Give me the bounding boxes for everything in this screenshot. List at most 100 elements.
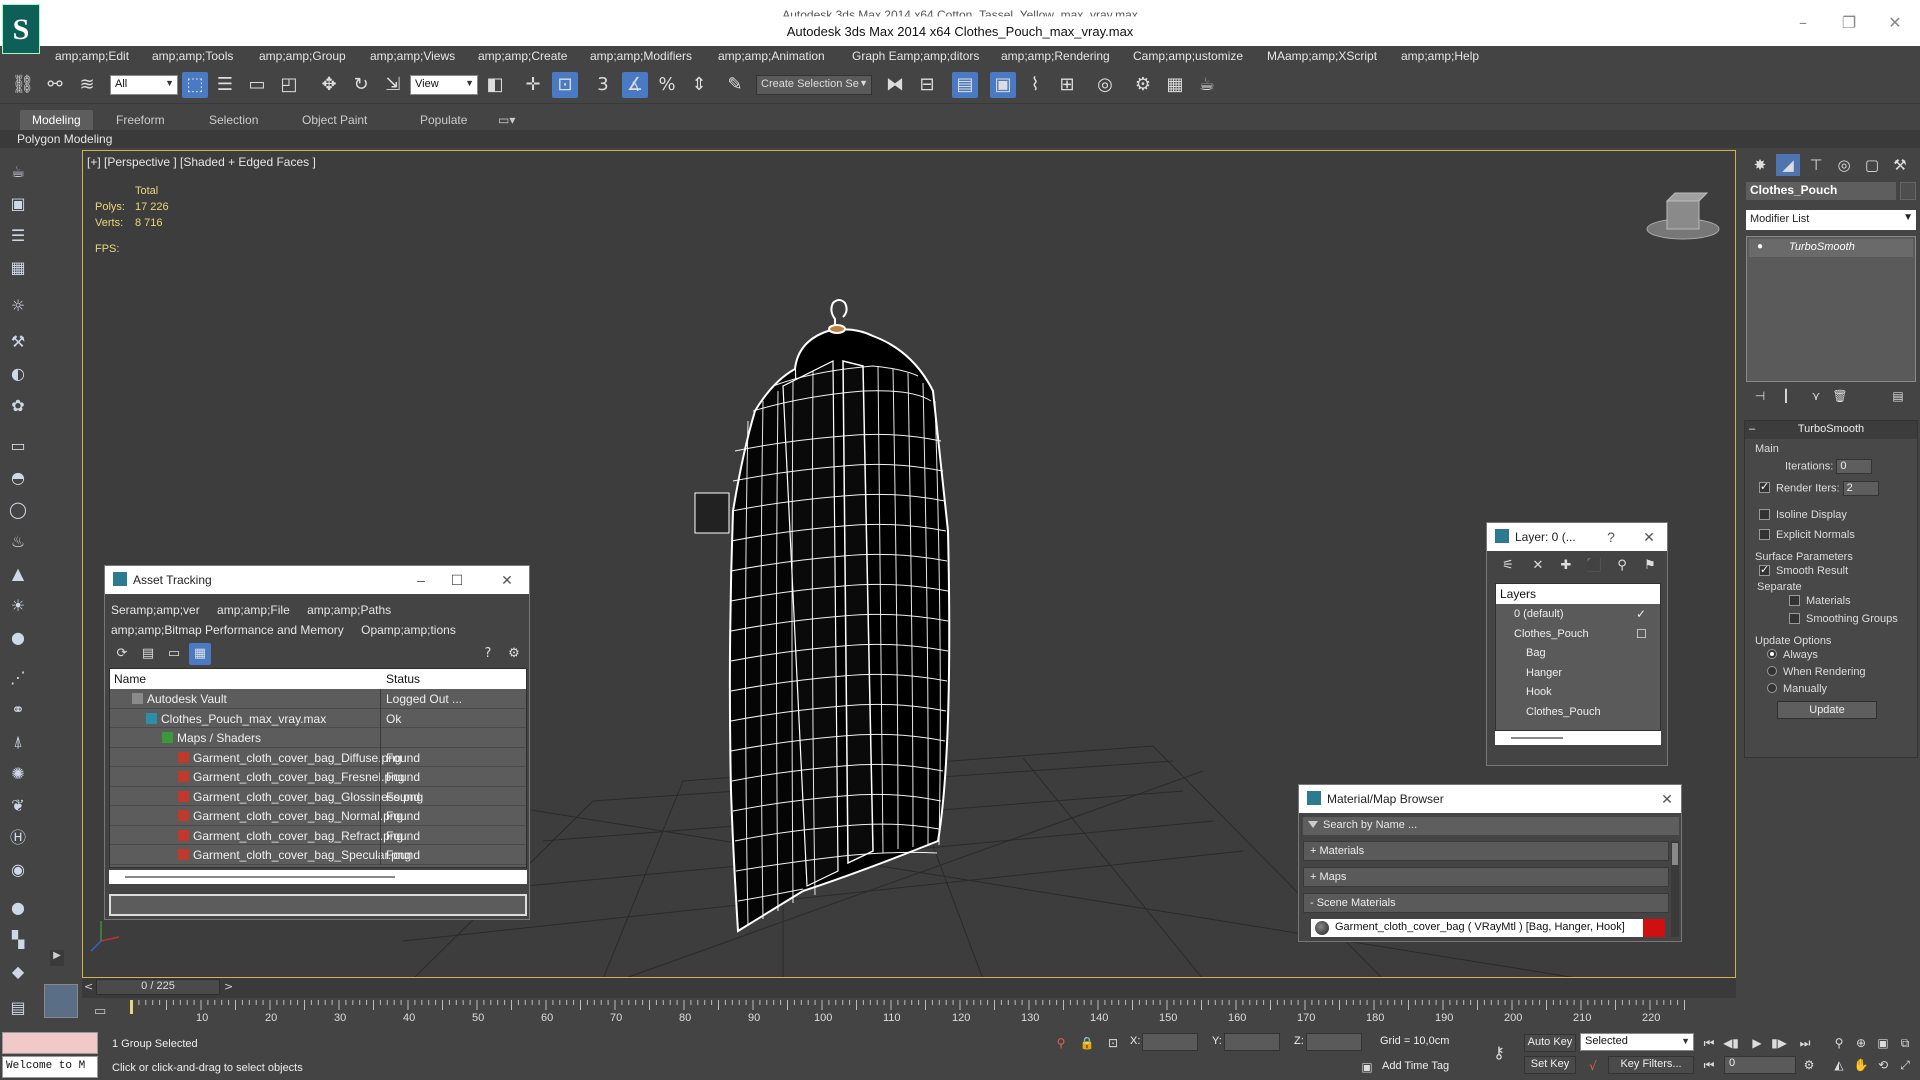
select-rotate-icon[interactable]: ↻	[348, 72, 374, 98]
rollout-header[interactable]: – TurboSmooth	[1745, 421, 1917, 439]
field-of-view-icon[interactable]: ◭	[1830, 1056, 1848, 1074]
table-row[interactable]: Garment_cloth_cover_bag_Refract.png Foun…	[110, 825, 526, 846]
rendered-frame-window-icon[interactable]: ▦	[1162, 72, 1188, 98]
tab-selection[interactable]: Selection	[197, 110, 270, 130]
menu-create[interactable]: amp;amp;Create	[478, 49, 567, 63]
layer-panel-titlebar[interactable]: Layer: 0 (... ? ✕	[1487, 523, 1667, 551]
refresh-icon[interactable]: ⟳	[111, 643, 133, 665]
rectangular-selection-icon[interactable]: ▭	[244, 72, 270, 98]
link-icon[interactable]: ⚭	[6, 698, 30, 722]
reference-coordinate-dropdown[interactable]: View ▼	[410, 75, 478, 95]
isoline-checkbox[interactable]	[1759, 509, 1770, 520]
close-icon[interactable]: ✕	[1639, 527, 1659, 547]
render-frame-icon[interactable]: ▣	[6, 192, 30, 216]
tab-populate[interactable]: Populate	[408, 110, 479, 130]
tab-freeform[interactable]: Freeform	[104, 110, 177, 130]
select-layer-icon[interactable]: ⬛	[1583, 555, 1605, 577]
time-config-icon[interactable]: ⚙	[1800, 1056, 1818, 1074]
menu-bitmap-performance[interactable]: amp;amp;Bitmap Performance and Memory	[111, 623, 344, 637]
time-slider-track[interactable]: < 0 / 225 >	[82, 978, 1736, 998]
configure-sets-icon[interactable]: ▤	[1888, 386, 1908, 406]
utilities-tab-icon[interactable]: ⚒	[1888, 154, 1912, 176]
settings-icon[interactable]: ⚙	[503, 643, 525, 665]
percent-snap-icon[interactable]: %	[654, 72, 680, 98]
y-coordinate-field[interactable]	[1224, 1033, 1280, 1051]
menu-graph-editors[interactable]: Graph Eamp;amp;ditors	[852, 49, 979, 63]
viewcube[interactable]	[1643, 189, 1723, 245]
render-icon[interactable]: ◆	[6, 960, 30, 984]
column-status[interactable]: Status	[386, 672, 420, 686]
go-to-start-icon[interactable]: ⏮	[1700, 1034, 1718, 1052]
cone-icon[interactable]: ▲	[6, 562, 30, 586]
asset-path-field[interactable]	[109, 894, 527, 916]
material-editor-icon[interactable]: ◎	[1092, 72, 1118, 98]
object-color-swatch[interactable]	[1900, 182, 1916, 200]
zoom-extents-icon[interactable]: ▣	[1874, 1034, 1892, 1052]
absolute-mode-icon[interactable]: ⊡	[1104, 1034, 1122, 1052]
window-crossing-icon[interactable]: ◰	[276, 72, 302, 98]
manipulate-icon[interactable]: ✛	[520, 72, 546, 98]
menu-maxscript[interactable]: MAamp;amp;XScript	[1267, 49, 1377, 63]
table-row[interactable]: Clothes_Pouch_max_vray.max Ok	[110, 708, 526, 729]
key-mode-toggle-icon[interactable]: ⏮	[1700, 1056, 1718, 1074]
table-row[interactable]: Garment_cloth_cover_bag_Specular.png Fou…	[110, 845, 526, 865]
smoothing-groups-checkbox[interactable]	[1789, 613, 1800, 624]
menu-animation[interactable]: amp;amp;Animation	[718, 49, 825, 63]
asset-tracking-titlebar[interactable]: Asset Tracking – ☐ ✕	[105, 566, 529, 594]
select-scale-icon[interactable]: ⇲	[380, 72, 406, 98]
layer-row-default[interactable]: 0 (default) ✓	[1496, 604, 1660, 624]
film-icon[interactable]: ✿	[6, 394, 30, 418]
plant-icon[interactable]: ❦	[6, 794, 30, 818]
maxscript-output[interactable]: Welcome to M	[2, 1056, 98, 1078]
light-icon[interactable]: ☼	[6, 294, 30, 318]
spinner-snap-icon[interactable]: ⇕	[686, 72, 712, 98]
thumbnail-view-icon[interactable]: ▭	[163, 643, 185, 665]
restore-icon[interactable]: ❐	[1836, 10, 1862, 36]
layer-object-row[interactable]: Clothes_Pouch	[1496, 702, 1660, 722]
x-coordinate-field[interactable]	[1142, 1033, 1198, 1051]
menu-tools[interactable]: amp;amp;Tools	[152, 49, 233, 63]
menu-paths[interactable]: amp;amp;Paths	[307, 603, 391, 617]
menu-options[interactable]: Opamp;amp;tions	[361, 623, 456, 637]
expand-arrow-icon[interactable]: ▶	[50, 950, 64, 966]
radio-always[interactable]	[1767, 649, 1777, 659]
pivot-center-icon[interactable]: ◧	[482, 72, 508, 98]
zoom-extents-all-icon[interactable]: ⧉	[1896, 1034, 1914, 1052]
render-iters-checkbox[interactable]	[1759, 480, 1770, 494]
z-coordinate-field[interactable]	[1306, 1033, 1362, 1051]
layer-checkbox[interactable]: ☐	[1636, 627, 1647, 641]
lightbulb-icon[interactable]: ●	[1757, 241, 1763, 252]
menu-rendering[interactable]: amp;amp;Rendering	[1001, 49, 1110, 63]
box-icon[interactable]: ▭	[6, 434, 30, 458]
scrollbar-thumb[interactable]	[1511, 737, 1563, 739]
auto-key-button[interactable]: Auto Key	[1524, 1034, 1576, 1052]
material-vertical-scrollbar[interactable]	[1671, 841, 1679, 937]
table-row[interactable]: Garment_cloth_cover_bag_Fresnel.png Foun…	[110, 767, 526, 787]
delete-layer-icon[interactable]: ✕	[1527, 555, 1549, 577]
pin-stack-icon[interactable]: ⊣	[1750, 386, 1770, 406]
texture-icon[interactable]: ◉	[6, 858, 30, 882]
maximize-viewport-icon[interactable]: ⤢	[1896, 1056, 1914, 1074]
close-icon[interactable]: ✕	[497, 570, 517, 590]
modify-tab-icon[interactable]: ◢	[1776, 154, 1800, 176]
scrollbar-thumb[interactable]	[125, 876, 395, 878]
group-materials[interactable]: + Materials	[1303, 841, 1669, 861]
menu-modifiers[interactable]: amp;amp;Modifiers	[590, 49, 692, 63]
help-button[interactable]: ?	[1601, 527, 1621, 547]
wrench-icon[interactable]: ⚒	[6, 330, 30, 354]
key-filters-button[interactable]: Key Filters...	[1608, 1056, 1694, 1074]
zoom-icon[interactable]: ⚲	[1830, 1034, 1848, 1052]
script-icon[interactable]: ▤	[6, 996, 30, 1020]
filter-dropdown-icon[interactable]	[1308, 821, 1318, 828]
menu-edit[interactable]: amp;amp;Edit	[55, 49, 129, 63]
scene-explorer-icon[interactable]: ☰	[6, 224, 30, 248]
layers-icon[interactable]: ▚	[6, 928, 30, 952]
play-icon[interactable]: ▶	[1748, 1034, 1766, 1052]
scrollbar-thumb[interactable]	[1672, 843, 1678, 865]
menu-group[interactable]: amp;amp;Group	[259, 49, 346, 63]
close-icon[interactable]: ✕	[1882, 10, 1908, 36]
viewport-layout-tab[interactable]	[44, 984, 78, 1018]
layer-object-row[interactable]: Bag	[1496, 643, 1660, 663]
previous-frame-icon[interactable]: ◀▮	[1722, 1034, 1740, 1052]
helper-icon[interactable]: ⍋	[6, 730, 30, 754]
